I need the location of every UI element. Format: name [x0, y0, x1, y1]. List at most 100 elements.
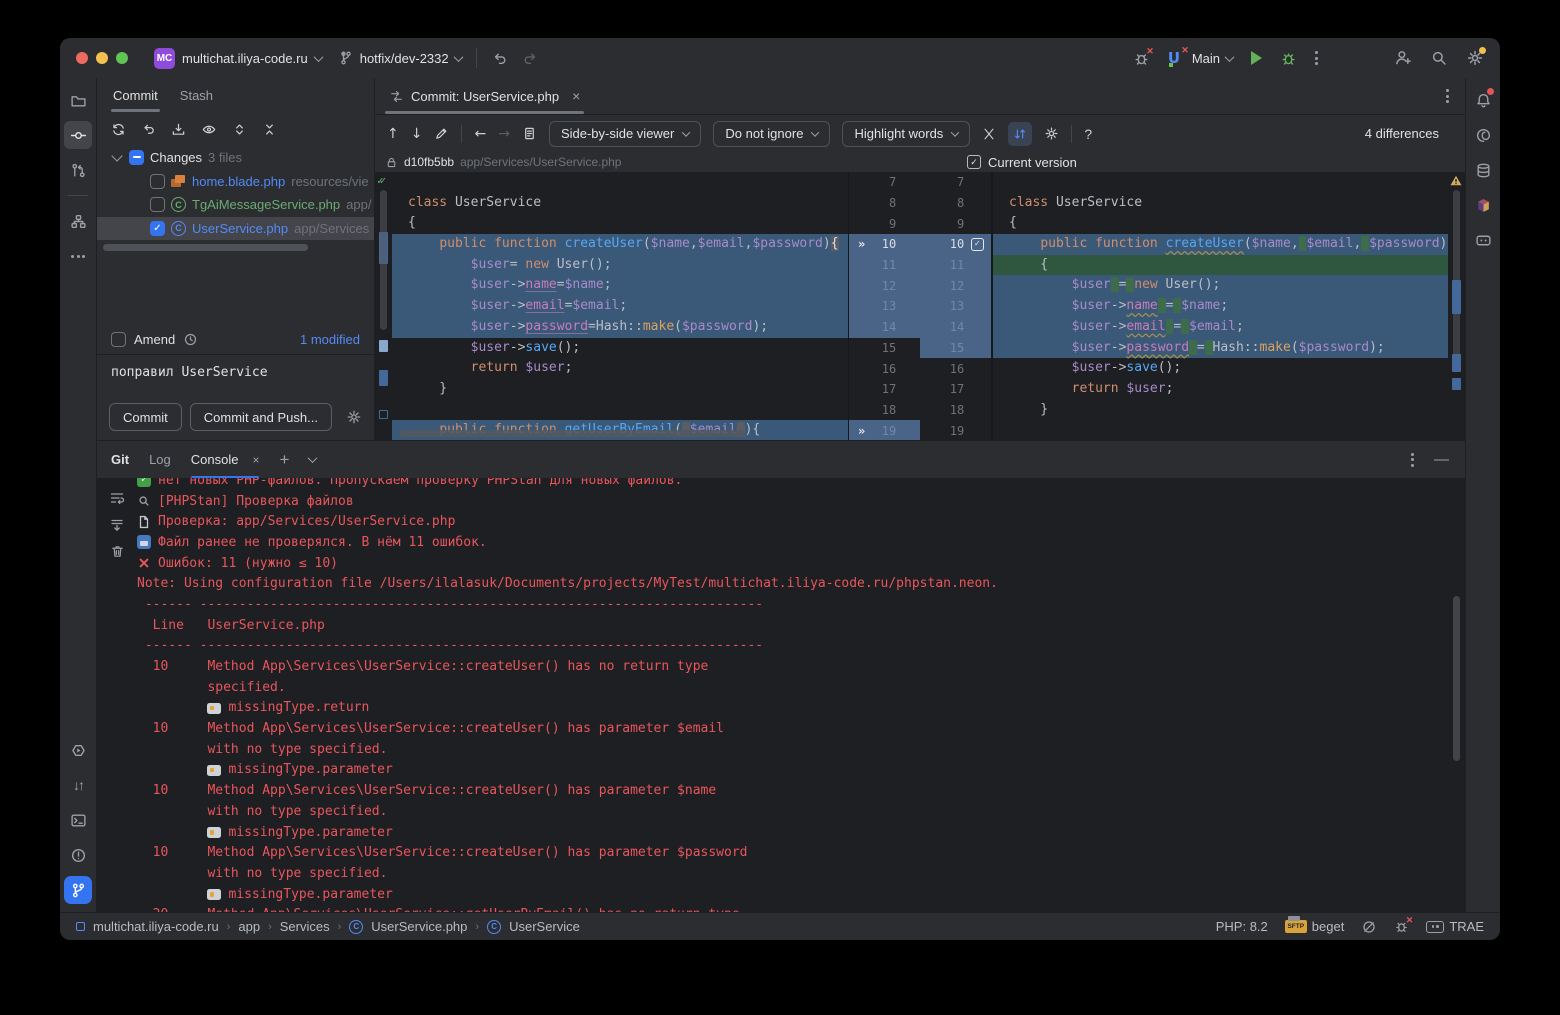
changed-file-row[interactable]: C TgAiMessageService.php app/ [97, 193, 374, 217]
apply-change-chevron-icon[interactable]: » [858, 424, 863, 438]
php-version-widget[interactable]: PHP: 8.2 [1216, 919, 1268, 934]
right-diff-marker-strip[interactable] [1448, 172, 1465, 440]
undo-button[interactable] [491, 50, 508, 67]
project-tool-button[interactable] [64, 86, 92, 114]
clear-console-button[interactable] [110, 544, 125, 559]
ai-assistant-button[interactable] [1469, 121, 1497, 149]
collapse-all-button[interactable] [262, 122, 277, 137]
forward-button[interactable]: → [498, 126, 510, 142]
preview-diff-button[interactable] [201, 122, 217, 137]
minimize-tool-window-button[interactable]: — [1434, 451, 1449, 468]
run-configuration-selector[interactable]: U✕ Main [1168, 49, 1233, 67]
file-checkbox[interactable] [150, 174, 165, 189]
breadcrumb-item[interactable]: app [238, 919, 260, 934]
tab-stash[interactable]: Stash [180, 78, 213, 112]
services-tool-button[interactable] [64, 736, 92, 764]
highlight-mode-dropdown[interactable]: Highlight words [842, 121, 970, 147]
synchronize-scrolling-button[interactable] [1008, 122, 1032, 146]
rollback-button[interactable] [141, 122, 156, 137]
expand-all-button[interactable] [232, 122, 247, 137]
current-version-checkbox[interactable]: ✓ [967, 155, 981, 169]
debugger-disabled-icon[interactable]: ✕ [1394, 919, 1409, 934]
pull-requests-tool-button[interactable] [64, 156, 92, 184]
changes-checkbox-indeterminate[interactable] [129, 150, 144, 165]
project-widget[interactable]: MC multichat.iliya-code.ru [154, 48, 322, 69]
debug-button[interactable] [1280, 50, 1297, 67]
edit-source-button[interactable] [434, 126, 449, 141]
refresh-changes-button[interactable] [111, 122, 126, 137]
breadcrumb-item[interactable]: multichat.iliya-code.ru [93, 919, 219, 934]
highlighting-disabled-icon[interactable] [1361, 919, 1377, 935]
back-button[interactable]: ← [474, 126, 486, 142]
deployment-widget[interactable]: SFTP beget [1285, 919, 1345, 934]
breadcrumb-item[interactable]: Services [280, 919, 330, 934]
tool-window-options-menu[interactable] [1411, 453, 1414, 467]
next-change-button[interactable]: ↓ [411, 126, 423, 142]
minimize-window-button[interactable] [96, 52, 108, 64]
console-scrollbar[interactable] [1453, 596, 1460, 761]
commit-history-icon[interactable] [183, 332, 198, 347]
modified-files-link[interactable]: 1 modified [300, 332, 360, 347]
viewer-mode-dropdown[interactable]: Side-by-side viewer [549, 121, 701, 147]
search-everywhere-button[interactable] [1430, 49, 1448, 67]
commit-options-gear-icon[interactable] [346, 409, 362, 425]
trae-status-widget[interactable]: TRAE [1426, 919, 1484, 934]
commit-tool-button[interactable] [64, 121, 92, 149]
trae-tool-button[interactable] [1469, 226, 1497, 254]
soft-wrap-button[interactable] [109, 490, 125, 506]
left-diff-marker-strip[interactable]: ✓✓ [375, 172, 392, 440]
breadcrumb-item[interactable]: UserService.php [371, 919, 467, 934]
commit-message-input[interactable]: поправил UserService [97, 354, 374, 394]
diff-settings-gear-icon[interactable] [1044, 126, 1059, 141]
tab-commit[interactable]: Commit [113, 78, 158, 112]
code-with-me-button[interactable] [1394, 49, 1412, 67]
close-tab-icon[interactable]: × [572, 88, 580, 104]
plugin-package-icon[interactable] [1469, 191, 1497, 219]
profiler-disabled-icon[interactable]: ✕ [1133, 50, 1150, 67]
shelve-button[interactable] [171, 122, 186, 137]
diff-horizontal-scrollbar[interactable] [400, 430, 745, 437]
previous-change-button[interactable]: ↑ [387, 126, 399, 142]
chevron-down-icon[interactable] [308, 453, 318, 463]
help-button[interactable]: ? [1084, 126, 1092, 142]
diff-pane-left[interactable]: class UserService{ public function creat… [392, 172, 848, 440]
settings-button[interactable] [1466, 49, 1484, 67]
problems-tool-button[interactable] [64, 841, 92, 869]
tab-console[interactable]: Console × [191, 441, 260, 478]
include-change-checkbox[interactable]: ✓ [971, 238, 984, 251]
current-version-toggle[interactable]: ✓ Current version [967, 155, 1077, 170]
changes-root-row[interactable]: Changes 3 files [97, 146, 374, 170]
notifications-button[interactable] [1469, 86, 1497, 114]
compare-file-menu-button[interactable] [522, 126, 537, 141]
database-tool-button[interactable] [1469, 156, 1497, 184]
new-tab-button[interactable]: + [279, 450, 289, 470]
scroll-to-end-button[interactable] [109, 517, 125, 533]
close-tab-icon[interactable]: × [252, 453, 259, 467]
terminal-tool-button[interactable] [64, 806, 92, 834]
version-control-update-button[interactable]: ↓↑ [64, 771, 92, 799]
run-button[interactable] [1251, 51, 1262, 65]
more-tool-windows-button[interactable] [64, 242, 92, 270]
redo-button[interactable] [522, 50, 539, 67]
commit-and-push-button[interactable]: Commit and Push... [190, 403, 332, 431]
editor-tab-options-menu[interactable] [1446, 89, 1465, 103]
tab-log[interactable]: Log [149, 441, 171, 478]
changed-file-row[interactable]: home.blade.php resources/vie [97, 170, 374, 194]
file-checkbox[interactable] [150, 221, 165, 236]
file-checkbox[interactable] [150, 197, 165, 212]
console-output[interactable]: ✓нет новых PHP-файлов. Пропускаем провер… [137, 478, 1465, 912]
changed-file-row-selected[interactable]: C UserService.php app/Services [97, 217, 374, 241]
fullscreen-window-button[interactable] [116, 52, 128, 64]
close-window-button[interactable] [76, 52, 88, 64]
commit-button[interactable]: Commit [109, 403, 182, 431]
whitespace-dropdown[interactable]: Do not ignore [713, 121, 830, 147]
diff-pane-right[interactable]: class UserService{ public function creat… [992, 172, 1448, 440]
breadcrumb-item[interactable]: UserService [509, 919, 580, 934]
collapse-unchanged-button[interactable] [982, 127, 996, 141]
git-tool-button-active[interactable] [64, 876, 92, 904]
more-actions-menu[interactable] [1315, 51, 1318, 65]
vcs-branch-widget[interactable]: hotfix/dev-2332 [338, 50, 462, 66]
tree-horizontal-scrollbar[interactable] [103, 244, 308, 251]
structure-tool-button[interactable] [64, 207, 92, 235]
editor-tab-active[interactable]: Commit: UserService.php × [389, 78, 584, 114]
